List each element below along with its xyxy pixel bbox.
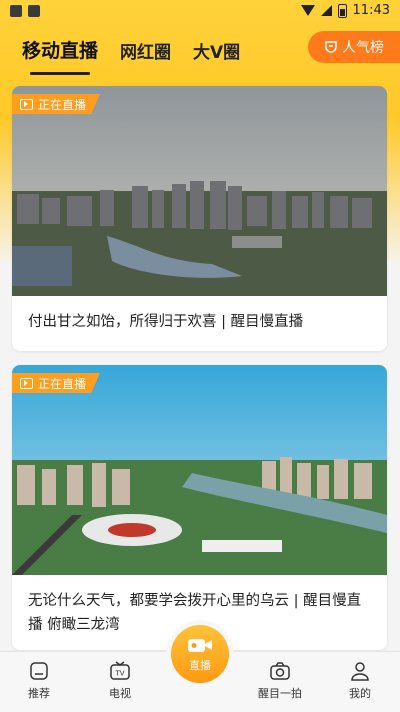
nav-label: 我的 xyxy=(349,687,371,700)
channel-tabs: 移动直播 网红圈 大V圈 xyxy=(22,36,240,75)
live-center-button[interactable]: 直播 xyxy=(166,620,234,688)
svg-text:TV: TV xyxy=(115,670,125,678)
gallery-icon xyxy=(10,5,22,17)
ranking-icon xyxy=(324,40,338,54)
live-badge: 正在直播 xyxy=(12,94,101,114)
live-tv-icon xyxy=(20,98,33,110)
popularity-ranking-button[interactable]: 人气榜 xyxy=(308,31,400,63)
signal-icon xyxy=(320,5,332,16)
nav-mine[interactable]: 我的 xyxy=(330,660,390,701)
nav-label: 醒目一拍 xyxy=(258,687,302,700)
center-button-label: 直播 xyxy=(189,658,211,672)
video-camera-icon xyxy=(187,636,213,657)
live-badge-label: 正在直播 xyxy=(38,97,87,112)
status-time: 11:43 xyxy=(352,3,390,18)
tab-influencer[interactable]: 网红圈 xyxy=(120,38,171,63)
live-card[interactable]: 正在直播 付出甘之如饴，所得归于欢喜 | 醒目慢直播 xyxy=(12,86,387,351)
card-title: 付出甘之如饴，所得归于欢喜 | 醒目慢直播 xyxy=(28,314,304,330)
live-badge: 正在直播 xyxy=(12,373,101,393)
wifi-icon xyxy=(300,5,315,16)
home-icon xyxy=(28,660,50,682)
live-card[interactable]: 正在直播 无论什么天气，都要学会拨开心里的乌云 | 醒目慢直播 俯瞰三龙湾 xyxy=(12,365,387,650)
live-thumbnail: 正在直播 xyxy=(12,86,387,296)
live-thumbnail: 正在直播 xyxy=(12,365,387,575)
nav-label: 推荐 xyxy=(28,687,50,700)
user-icon xyxy=(349,660,371,682)
nav-tv[interactable]: TV 电视 xyxy=(90,660,150,701)
status-bar: 11:43 xyxy=(0,0,400,22)
ranking-label: 人气榜 xyxy=(342,40,384,56)
nav-recommend[interactable]: 推荐 xyxy=(9,660,69,701)
nav-label: 电视 xyxy=(109,687,131,700)
camera-icon xyxy=(269,660,291,682)
tab-big-v[interactable]: 大V圈 xyxy=(193,38,240,63)
nav-camera[interactable]: 醒目一拍 xyxy=(250,660,310,701)
battery-icon xyxy=(337,3,347,18)
live-badge-label: 正在直播 xyxy=(38,376,87,391)
notification-icon xyxy=(28,5,40,17)
tab-mobile-live[interactable]: 移动直播 xyxy=(22,36,98,75)
live-tv-icon xyxy=(20,377,33,389)
tv-icon: TV xyxy=(109,660,131,682)
